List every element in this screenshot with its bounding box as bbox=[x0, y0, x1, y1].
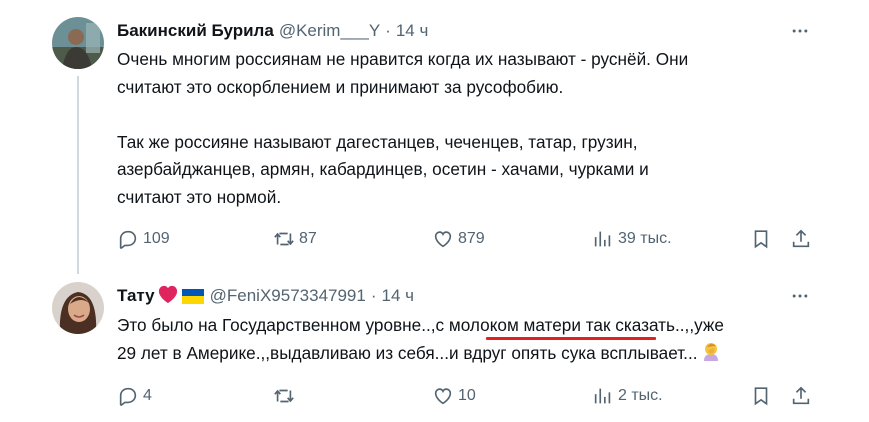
tweet-header: Тату @FeniX9573347991 · 14 ч bbox=[117, 284, 414, 308]
tweet-text: Это было на Государственном уровне..,с м… bbox=[117, 312, 817, 371]
reply-icon bbox=[119, 230, 137, 249]
retweet-icon bbox=[274, 389, 294, 403]
more-button[interactable] bbox=[788, 284, 812, 308]
facepalm-emoji-icon bbox=[700, 341, 722, 372]
share-icon bbox=[792, 386, 810, 405]
author-name[interactable]: Тату bbox=[117, 286, 155, 306]
avatar-image bbox=[52, 282, 104, 334]
author-handle[interactable]: @Kerim___Y bbox=[279, 21, 380, 41]
more-button[interactable] bbox=[788, 19, 812, 43]
reply-button[interactable]: 4 bbox=[117, 382, 152, 410]
views-count: 2 тыс. bbox=[618, 387, 663, 404]
thread-connector bbox=[77, 76, 79, 274]
author-avatar[interactable] bbox=[52, 282, 104, 334]
views-icon bbox=[594, 231, 611, 247]
avatar-image bbox=[52, 17, 104, 69]
highlight-underline bbox=[486, 337, 656, 340]
share-button[interactable] bbox=[790, 382, 812, 410]
tweet-time[interactable]: 14 ч bbox=[396, 21, 429, 41]
retweet-icon bbox=[274, 232, 294, 246]
author-avatar[interactable] bbox=[52, 17, 104, 69]
reply-button[interactable]: 109 bbox=[117, 225, 170, 253]
bookmark-icon bbox=[754, 387, 768, 406]
tweet-actions: 4 10 2 тыс. bbox=[117, 382, 817, 410]
separator-dot: · bbox=[370, 286, 377, 305]
tweet-header: Бакинский Бурила @Kerim___Y · 14 ч bbox=[117, 19, 428, 43]
reply-icon bbox=[119, 387, 137, 406]
more-icon bbox=[792, 294, 808, 298]
bookmark-button[interactable] bbox=[750, 382, 772, 410]
like-button[interactable]: 10 bbox=[432, 382, 476, 410]
views-button[interactable]: 39 тыс. bbox=[592, 225, 672, 253]
retweet-count: 87 bbox=[299, 230, 317, 247]
like-button[interactable]: 879 bbox=[432, 225, 485, 253]
bookmark-button[interactable] bbox=[750, 225, 772, 253]
share-icon bbox=[792, 229, 810, 248]
tweet-2[interactable]: Тату @FeniX9573347991 · 14 ч Это было на… bbox=[0, 270, 869, 422]
more-icon bbox=[792, 29, 808, 33]
retweet-button[interactable]: 87 bbox=[273, 225, 317, 253]
ukraine-flag-icon bbox=[181, 288, 204, 304]
reply-count: 109 bbox=[143, 230, 170, 247]
like-count: 879 bbox=[458, 230, 485, 247]
separator-dot: · bbox=[385, 21, 391, 40]
author-handle[interactable]: @FeniX9573347991 bbox=[210, 286, 366, 306]
tweet-text-before: Это было на Государственном уровне.., bbox=[117, 315, 436, 335]
share-button[interactable] bbox=[790, 225, 812, 253]
author-name[interactable]: Бакинский Бурила bbox=[117, 21, 274, 41]
like-count: 10 bbox=[458, 387, 476, 404]
tweet-text: Очень многим россиянам не нравится когда… bbox=[117, 49, 689, 207]
heart-emoji-icon bbox=[157, 284, 179, 309]
bookmark-icon bbox=[754, 230, 768, 249]
like-icon bbox=[434, 388, 452, 405]
tweet-time[interactable]: 14 ч bbox=[382, 286, 415, 306]
tweet-text-highlight: с молоком матери bbox=[435, 315, 581, 335]
tweet-1[interactable]: Бакинский Бурила @Kerim___Y · 14 ч Очень… bbox=[0, 0, 869, 274]
views-button[interactable]: 2 тыс. bbox=[592, 382, 663, 410]
views-count: 39 тыс. bbox=[618, 230, 672, 247]
tweet-actions: 109 87 879 39 тыс. bbox=[117, 225, 817, 253]
like-icon bbox=[434, 231, 452, 248]
reply-count: 4 bbox=[143, 387, 152, 404]
retweet-button[interactable] bbox=[273, 382, 299, 410]
views-icon bbox=[594, 388, 611, 404]
